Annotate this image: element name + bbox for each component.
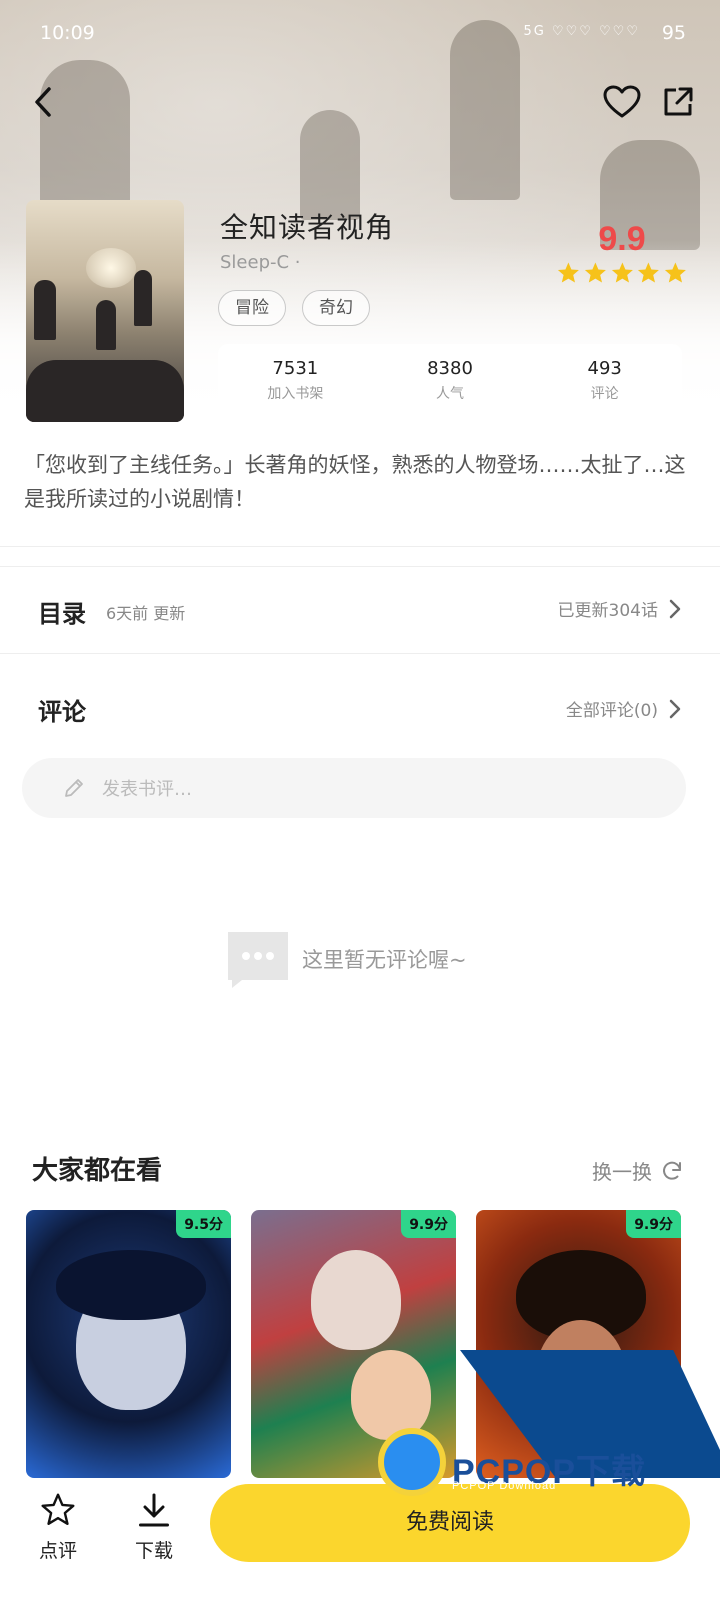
star-icon bbox=[638, 262, 660, 283]
stat-bookshelf: 7531 加入书架 bbox=[267, 358, 324, 402]
divider bbox=[0, 566, 720, 567]
book-stats: 7531 加入书架 8380 人气 493 评论 bbox=[218, 344, 682, 414]
divider bbox=[0, 653, 720, 654]
catalog-count: 已更新304话 bbox=[557, 601, 658, 621]
comment-input[interactable]: 发表书评… bbox=[22, 758, 686, 818]
watermark-logo bbox=[378, 1428, 446, 1496]
download-icon bbox=[139, 1493, 169, 1527]
battery-level: 95 bbox=[661, 22, 686, 44]
chevron-left-icon bbox=[35, 87, 51, 117]
recommend-title: 大家都在看 bbox=[32, 1156, 163, 1186]
comments-header: 评论 全部评论(0) bbox=[0, 680, 720, 740]
rating-stars bbox=[556, 261, 688, 285]
tag-adventure[interactable]: 冒险 bbox=[218, 290, 286, 326]
star-icon bbox=[557, 262, 579, 283]
comments-title: 评论 bbox=[38, 698, 86, 726]
comment-placeholder: 发表书评… bbox=[102, 779, 192, 800]
rating-score: 9.9 bbox=[598, 220, 646, 258]
watermark-subtext: PCPOP Download bbox=[452, 1480, 557, 1492]
book-author[interactable]: Sleep-C · bbox=[220, 252, 301, 273]
favorite-button[interactable] bbox=[598, 78, 646, 126]
status-bar: 10:09 5G ♡♡♡ ♡♡♡ 95 bbox=[0, 18, 720, 50]
star-icon bbox=[611, 262, 633, 283]
pencil-icon bbox=[65, 779, 83, 797]
catalog-row[interactable]: 目录 6天前 更新 已更新304话 bbox=[0, 580, 720, 640]
review-button[interactable]: 点评 bbox=[28, 1492, 88, 1563]
rating: 9.9 bbox=[556, 220, 688, 285]
score-badge: 9.5分 bbox=[176, 1210, 231, 1238]
back-button[interactable] bbox=[20, 78, 68, 126]
share-icon bbox=[664, 87, 693, 116]
empty-comments-text: 这里暂无评论喔~ bbox=[302, 948, 467, 972]
chevron-right-icon bbox=[669, 599, 681, 618]
genre-tags: 冒险 奇幻 bbox=[218, 290, 370, 326]
catalog-updated: 6天前 更新 bbox=[106, 604, 186, 623]
stat-comments: 493 评论 bbox=[587, 358, 622, 402]
bottom-bar: 点评 下载 免费阅读 bbox=[0, 1478, 720, 1600]
score-badge: 9.9分 bbox=[401, 1210, 456, 1238]
tag-fantasy[interactable]: 奇幻 bbox=[302, 290, 370, 326]
book-cover bbox=[26, 200, 184, 422]
network-icon: 5G ♡♡♡ ♡♡♡ bbox=[523, 24, 640, 39]
free-read-button[interactable]: 免费阅读 bbox=[210, 1484, 690, 1562]
book-title: 全知读者视角 bbox=[220, 211, 395, 244]
star-outline-icon bbox=[41, 1493, 75, 1525]
download-button[interactable]: 下载 bbox=[124, 1492, 184, 1563]
score-badge: 9.9分 bbox=[626, 1210, 681, 1238]
recommend-card[interactable]: 9.5分 bbox=[26, 1210, 231, 1478]
all-comments-link[interactable]: 全部评论(0) bbox=[566, 696, 682, 721]
refresh-button[interactable]: 换一换 bbox=[592, 1156, 684, 1185]
share-button[interactable] bbox=[654, 78, 702, 126]
star-icon bbox=[584, 262, 606, 283]
stat-popularity: 8380 人气 bbox=[427, 358, 473, 402]
divider bbox=[0, 546, 720, 547]
star-icon bbox=[665, 262, 687, 283]
chevron-right-icon bbox=[669, 699, 681, 718]
empty-comments: 这里暂无评论喔~ bbox=[226, 930, 467, 988]
catalog-title: 目录 bbox=[38, 600, 86, 628]
chat-bubble-icon bbox=[228, 932, 288, 988]
top-nav bbox=[0, 78, 720, 128]
status-time: 10:09 bbox=[40, 22, 95, 44]
refresh-icon bbox=[663, 1161, 681, 1180]
book-description: 「您收到了主线任务。」长著角的妖怪，熟悉的人物登场……太扯了…这是我所读过的小说… bbox=[24, 453, 686, 511]
heart-icon bbox=[603, 85, 641, 118]
